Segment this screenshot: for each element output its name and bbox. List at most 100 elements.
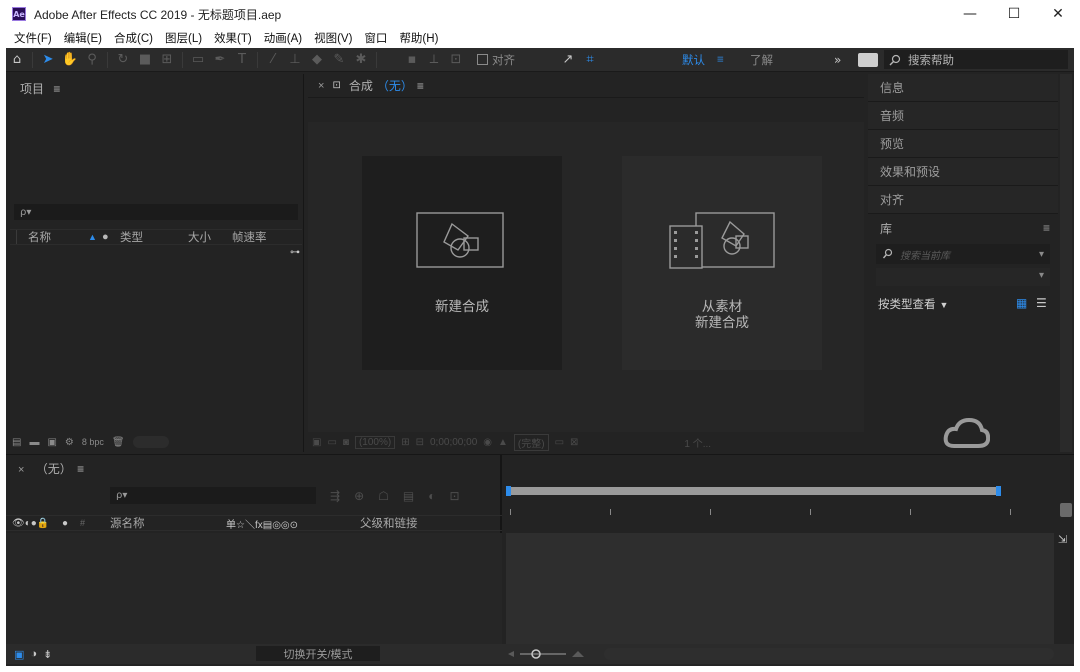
search-help-input[interactable]: 搜索帮助 [884,50,1068,69]
composition-panel-title[interactable]: 合成 [349,77,373,94]
workspace-learn-tab[interactable]: 了解 [750,48,773,72]
current-time-display[interactable]: 0;00;00;00 [430,437,477,448]
home-icon[interactable]: ⌂ [6,50,28,70]
comp-mini-flowchart-icon[interactable]: ⇶ [330,489,340,503]
timeline-horizontal-scrollbar[interactable] [604,648,1054,660]
snap-features-icon[interactable]: ⌗ [579,50,601,70]
vr-glasses-icon[interactable]: ◙ [343,437,349,448]
menu-edit[interactable]: 编辑(E) [64,30,102,46]
flowchart-icon[interactable]: ⊶ [290,247,300,258]
frame-blending-icon[interactable]: ▤ [403,489,414,503]
camera-tool-icon[interactable]: ■ [134,50,156,70]
motion-blur-icon[interactable]: ◐ [428,489,435,503]
more-workspaces-icon[interactable]: » [834,48,841,72]
hand-tool-icon[interactable]: ✋ [59,50,81,70]
project-search-input[interactable]: ρ▾ [14,204,298,220]
graph-editor-icon[interactable]: ⊡ [449,489,459,503]
transparency-grid-icon[interactable]: ⊠ [570,437,578,448]
column-name[interactable]: 名称 [28,229,88,245]
new-composition-small-icon[interactable]: ▣ [47,437,56,448]
panel-menu-icon[interactable]: ≡ [77,462,84,476]
close-panel-icon[interactable]: × [18,464,24,476]
menu-view[interactable]: 视图(V) [314,30,352,46]
timeline-tab[interactable]: × （无） ≡ [18,460,84,477]
snap-checkbox[interactable]: 对齐 [477,52,515,68]
close-window-button[interactable]: ✕ [1036,0,1080,28]
column-frame-rate[interactable]: 帧速率 [232,229,267,245]
pen-tool-icon[interactable]: ✒ [209,50,231,70]
chevron-down-icon[interactable]: ▾ [1039,249,1044,260]
world-axis-mode-icon[interactable]: ⟂ [423,50,445,70]
sort-ascending-icon[interactable]: ▲ [88,232,102,242]
grid-icon[interactable]: ⊟ [416,437,424,448]
draft-3d-icon[interactable]: ⊕ [354,489,364,503]
clone-stamp-tool-icon[interactable]: ⊥ [284,50,306,70]
snapshot-icon[interactable]: ◉ [483,437,492,448]
minimize-button[interactable]: — [948,0,992,28]
menu-layer[interactable]: 图层(L) [165,30,202,46]
zoom-tool-icon[interactable]: ⚲ [81,50,103,70]
view-axis-mode-icon[interactable]: ⊡ [445,50,467,70]
grid-view-icon[interactable]: ▦ [1016,296,1027,310]
pan-behind-tool-icon[interactable]: ⊞ [156,50,178,70]
project-panel-title[interactable]: 项目 ≡ [20,80,60,97]
label-tag-icon[interactable]: ● [102,231,120,243]
in-out-duration-pane-icon[interactable]: ⇟ [43,648,52,661]
menu-file[interactable]: 文件(F) [14,30,52,46]
preview-panel-tab[interactable]: 预览 [868,130,1058,158]
menu-help[interactable]: 帮助(H) [399,30,438,46]
lock-icon[interactable]: ⊡ [332,80,340,91]
effects-presets-panel-tab[interactable]: 效果和预设 [868,158,1058,186]
time-ruler[interactable] [506,509,1054,523]
panel-menu-icon[interactable]: ≡ [53,82,60,96]
transfer-controls-pane-icon[interactable]: ◑ [30,648,37,660]
list-view-icon[interactable]: ☰ [1036,296,1047,310]
region-of-interest-icon[interactable]: ▭ [555,437,564,448]
work-area-bar[interactable] [506,487,998,495]
workspace-menu-icon[interactable]: ≡ [717,54,724,66]
local-axis-mode-icon[interactable]: ▪ [401,50,423,70]
label-tag-icon[interactable]: ● [62,518,80,529]
snap-edges-icon[interactable]: ↗ [557,50,579,70]
close-panel-icon[interactable]: × [318,80,324,92]
puppet-pin-tool-icon[interactable]: ✱ [350,50,372,70]
shy-layers-icon[interactable]: ☖ [378,489,389,503]
comp-marker-bin-icon[interactable]: ⇲ [1058,533,1067,546]
work-area-start-handle[interactable] [506,486,511,496]
menu-window[interactable]: 窗口 [364,30,387,46]
menu-effect[interactable]: 效果(T) [214,30,252,46]
audio-panel-tab[interactable]: 音频 [868,102,1058,130]
right-panel-scrollbar[interactable] [1060,74,1072,452]
av-features-icons[interactable]: 👁◐●🔒 [12,518,62,529]
composition-from-footage-card[interactable]: 从素材 新建合成 [622,156,822,370]
rectangle-tool-icon[interactable]: ▭ [187,50,209,70]
fit-icon[interactable]: ⊞ [401,437,409,448]
column-size[interactable]: 大小 [188,229,232,245]
composition-name[interactable]: （无） [377,77,413,94]
new-composition-card[interactable]: 新建合成 [362,156,562,370]
column-parent-link[interactable]: 父级和链接 [360,515,418,531]
menu-animation[interactable]: 动画(A) [264,30,302,46]
delete-icon[interactable]: 🗑 [112,437,125,448]
zoom-select[interactable]: (100%) [354,435,396,449]
selection-tool-icon[interactable]: ➤ [37,50,59,70]
menu-composition[interactable]: 合成(C) [114,30,153,46]
library-select[interactable]: ▾ [876,268,1050,286]
library-search-input[interactable]: 搜索当前库 ▾ [876,244,1050,264]
layer-number-icon[interactable]: # [80,518,110,528]
layer-switches-icons[interactable]: 单☆＼fx▤◎◎⊙ [226,516,360,531]
timeline-zoom-slider[interactable] [506,648,586,660]
info-panel-tab[interactable]: 信息 [868,74,1058,102]
view-layout-select[interactable]: 1 个... [684,435,711,450]
work-area-track[interactable] [506,486,1001,496]
libraries-panel-title[interactable]: 库 [880,220,892,237]
column-type[interactable]: 类型 [120,229,188,245]
roto-brush-tool-icon[interactable]: ✎ [328,50,350,70]
brush-tool-icon[interactable]: ⁄ [262,50,284,70]
panel-menu-icon[interactable]: ≡ [417,79,424,93]
maximize-button[interactable]: ☐ [992,0,1036,28]
align-panel-tab[interactable]: 对齐 [868,186,1058,214]
layer-switches-pane-icon[interactable]: ▣ [14,648,24,661]
thumbnail-slider[interactable] [132,436,169,448]
interpret-footage-icon[interactable]: ▤ [12,437,21,448]
